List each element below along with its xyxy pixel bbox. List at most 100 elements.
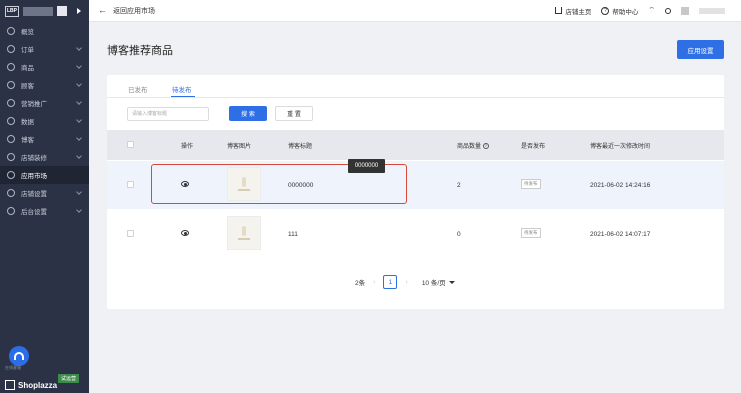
- data-icon: [7, 117, 15, 125]
- sidebar-item-label: 概览: [21, 29, 34, 36]
- table-header: 操作 博客图片 博客标题 商品数量 ? 是否发布 博客最近一次修改时间: [107, 130, 724, 160]
- footer-brand-name: Shoplazza: [18, 380, 58, 390]
- chevron-down-icon: [76, 135, 82, 141]
- overview-icon: [7, 27, 15, 35]
- play-icon[interactable]: [77, 8, 81, 14]
- row-checkbox[interactable]: [127, 181, 134, 188]
- store-name-redacted: [23, 6, 53, 16]
- sidebar-item-decoration[interactable]: 店铺装修: [0, 148, 89, 166]
- header-action: 操作: [181, 144, 194, 150]
- store-home-link[interactable]: 店铺主页: [555, 6, 591, 16]
- user-avatar[interactable]: [681, 6, 689, 15]
- modified-time-cell: 2021-06-02 14:07:17: [590, 231, 651, 238]
- product-count-cell: 2: [457, 182, 461, 189]
- sidebar-item-products[interactable]: 商品: [0, 58, 89, 76]
- footer-brand: Shoplazza: [5, 380, 57, 390]
- sidebar-nav: 概览 订单 商品 顾客 营销推广 数据 博客 店铺装修 应用市场 店铺设置 后台…: [0, 22, 89, 220]
- sidebar-item-store-settings[interactable]: 店铺设置: [0, 184, 89, 202]
- eye-icon[interactable]: [181, 230, 189, 236]
- sidebar-item-admin-settings[interactable]: 后台设置: [0, 202, 89, 220]
- sidebar-item-label: 商品: [21, 65, 34, 72]
- search-input[interactable]: 请输入博客标题: [127, 107, 209, 121]
- help-center-link[interactable]: ? 帮助中心: [601, 6, 638, 16]
- sidebar-item-label: 数据: [21, 119, 34, 126]
- home-icon: [555, 7, 563, 14]
- sidebar-item-customers[interactable]: 顾客: [0, 76, 89, 94]
- sidebar-item-marketing[interactable]: 营销推广: [0, 94, 89, 112]
- brand-header[interactable]: LBP: [0, 0, 89, 22]
- header-image: 博客图片: [227, 144, 252, 150]
- page-button-current[interactable]: 1: [383, 275, 398, 289]
- chevron-down-icon: [76, 63, 82, 69]
- user-name-redacted[interactable]: [699, 7, 725, 14]
- app-settings-button[interactable]: 应用设置: [677, 40, 724, 59]
- header-count: 商品数量 ?: [457, 141, 489, 150]
- sidebar-item-label: 后台设置: [21, 209, 47, 216]
- back-link[interactable]: ← 返回应用市场: [98, 6, 155, 16]
- trial-badge: 试运营: [58, 374, 80, 383]
- sidebar-item-label: 博客: [21, 137, 34, 144]
- question-icon[interactable]: ?: [482, 143, 489, 150]
- help-center-label: 帮助中心: [612, 8, 639, 16]
- sidebar-item-overview[interactable]: 概览: [0, 22, 89, 40]
- marketing-icon: [7, 99, 15, 107]
- tab-pending[interactable]: 待发布: [172, 84, 192, 94]
- reset-button[interactable]: 重 置: [275, 106, 313, 121]
- chevron-down-icon: [76, 99, 82, 105]
- chevron-left-icon[interactable]: ‹: [373, 279, 375, 286]
- page-size-select[interactable]: 10 条/页: [422, 277, 455, 287]
- status-badge: 待发布: [521, 179, 541, 189]
- headset-icon: [14, 352, 24, 360]
- status-badge: 待发布: [521, 228, 541, 238]
- sidebar-item-orders[interactable]: 订单: [0, 40, 89, 58]
- header-modified: 博客最近一次修改时间: [590, 144, 651, 150]
- sidebar-item-app-market[interactable]: 应用市场: [0, 166, 89, 184]
- chevron-down-icon: [76, 81, 82, 87]
- active-tab-indicator: [171, 96, 195, 97]
- store-home-label: 店铺主页: [565, 8, 592, 16]
- product-count-cell: 0: [457, 231, 461, 238]
- sidebar-item-blog[interactable]: 博客: [0, 130, 89, 148]
- page-size-label: 10 条/页: [421, 280, 446, 287]
- chevron-down-icon: [76, 45, 82, 51]
- image-placeholder-icon: [238, 226, 250, 240]
- support-label: 在线客服: [5, 365, 21, 370]
- help-icon: ?: [601, 6, 610, 15]
- sidebar-item-data[interactable]: 数据: [0, 112, 89, 130]
- chevron-down-icon: [76, 189, 82, 195]
- arrow-left-icon: ←: [98, 5, 107, 15]
- chevron-down-icon: [76, 117, 82, 123]
- select-all-checkbox[interactable]: [127, 141, 134, 148]
- blog-thumbnail: [227, 216, 261, 250]
- sidebar-item-label: 店铺装修: [21, 155, 47, 162]
- notification-icon[interactable]: ⌔: [648, 6, 655, 15]
- pagination: 2条 ‹ 1 › 10 条/页: [355, 275, 455, 289]
- blog-icon: [7, 135, 15, 143]
- decoration-icon: [7, 153, 15, 161]
- header-count-label: 商品数量: [457, 144, 482, 150]
- store-settings-icon: [7, 189, 15, 197]
- sidebar-item-label: 应用市场: [21, 173, 47, 180]
- row-checkbox[interactable]: [127, 230, 134, 237]
- shoplazza-logo-icon: [5, 380, 15, 390]
- blog-title-cell: 111: [288, 231, 298, 238]
- search-button[interactable]: 搜 索: [229, 106, 267, 121]
- store-avatar: [57, 6, 67, 16]
- support-button[interactable]: [9, 346, 29, 366]
- user-icon[interactable]: [665, 7, 671, 14]
- sidebar-item-label: 订单: [21, 47, 34, 54]
- back-label: 返回应用市场: [113, 7, 155, 15]
- app-market-icon: [7, 171, 15, 179]
- table-row: 111 0 待发布 2021-06-02 14:07:17: [107, 210, 724, 258]
- total-count: 2条: [355, 280, 366, 287]
- header-title: 博客标题: [288, 144, 313, 150]
- order-icon: [7, 45, 15, 53]
- sidebar-item-label: 店铺设置: [21, 191, 47, 198]
- title-tooltip: 0000000: [348, 159, 385, 173]
- tab-published[interactable]: 已发布: [128, 84, 148, 94]
- chevron-right-icon[interactable]: ›: [405, 279, 407, 286]
- chevron-down-icon: [76, 153, 82, 159]
- header-published: 是否发布: [521, 144, 546, 150]
- product-icon: [7, 63, 15, 71]
- chevron-down-icon: [76, 207, 82, 213]
